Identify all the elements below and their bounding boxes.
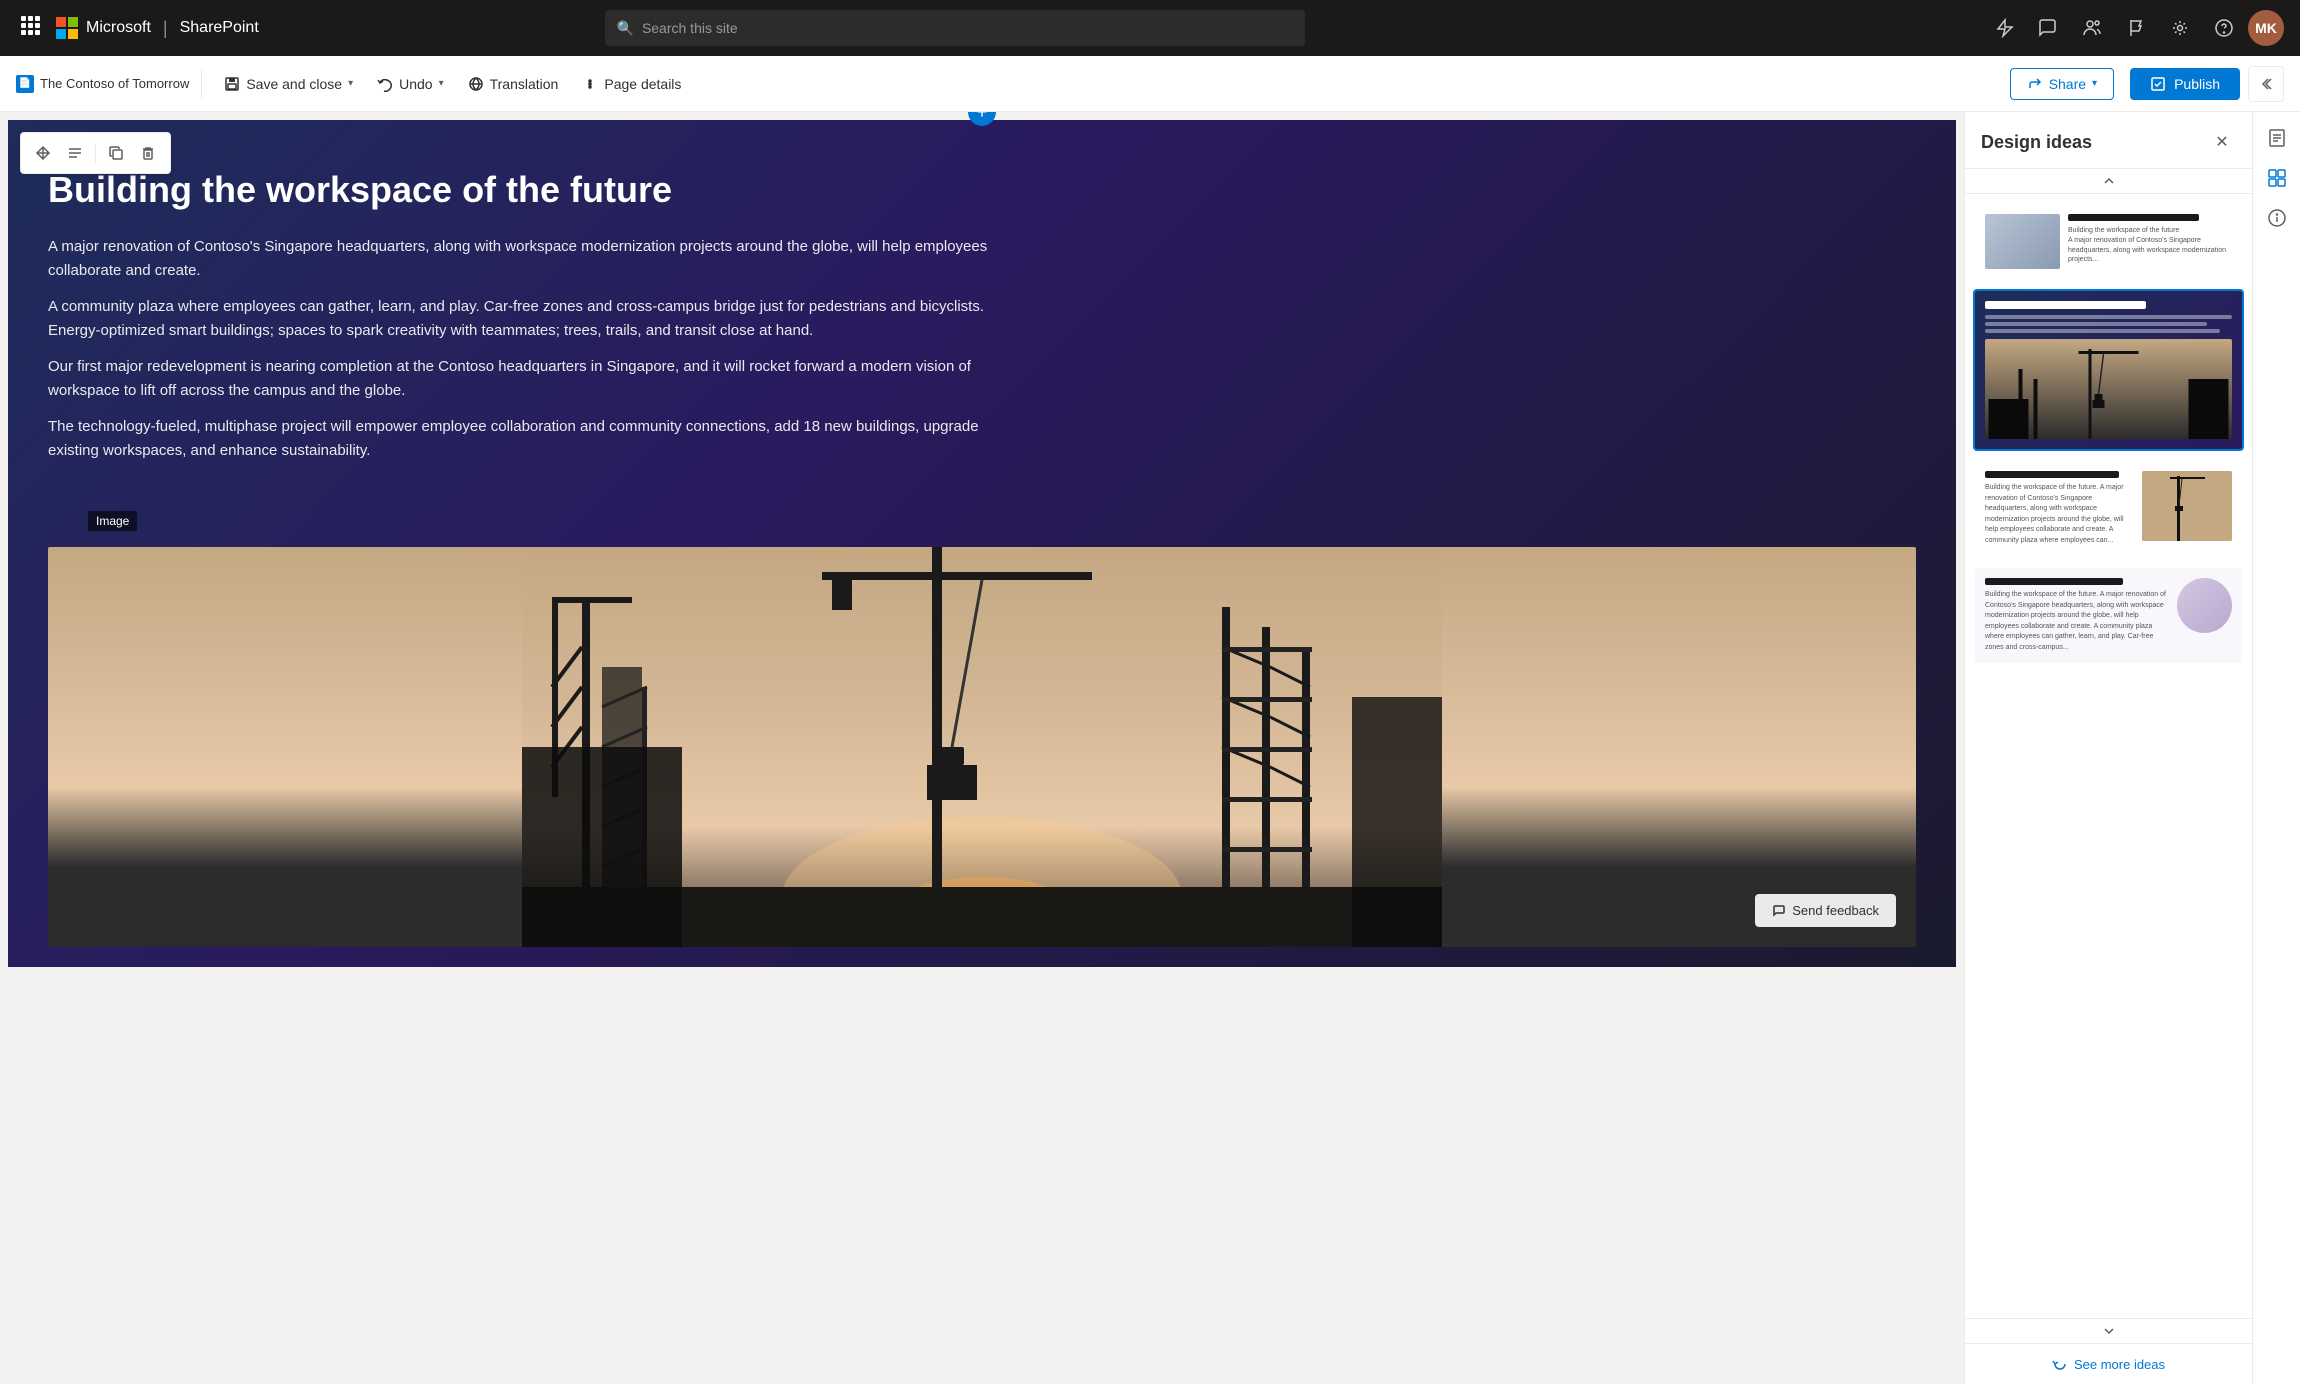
save-close-caret[interactable]: ▾: [348, 78, 353, 89]
flag-icon-btn[interactable]: [2116, 8, 2156, 48]
user-avatar[interactable]: MK: [2248, 10, 2284, 46]
design-template-3[interactable]: Building the workspace of the future. A …: [1973, 459, 2244, 558]
tpl1-body-text: Building the workspace of the futureA ma…: [2068, 226, 2232, 265]
tpl2-line2: [1985, 322, 2207, 326]
page-details-button[interactable]: Page details: [572, 70, 691, 98]
toolbar: 📄 The Contoso of Tomorrow Save and close…: [0, 56, 2300, 112]
top-nav: Microsoft | SharePoint 🔍: [0, 0, 2300, 56]
design-template-4[interactable]: Building the workspace of the future. A …: [1973, 566, 2244, 665]
publish-button[interactable]: Publish: [2130, 68, 2240, 100]
side-rail: [2252, 112, 2300, 1384]
undo-icon: [377, 76, 393, 92]
page-type-icon: 📄: [16, 75, 34, 93]
tpl4-title-line: [1985, 578, 2123, 585]
toolbar-separator-1: [201, 70, 202, 98]
search-box[interactable]: 🔍: [605, 10, 1305, 46]
design-panel: Design ideas ✕ Building the workspace of…: [1964, 112, 2252, 1384]
ft-separator: [95, 143, 96, 163]
see-more-ideas-button[interactable]: See more ideas: [1965, 1343, 2252, 1384]
delete-button[interactable]: [134, 139, 162, 167]
share-caret[interactable]: ▾: [2092, 78, 2097, 89]
waffle-menu[interactable]: [16, 11, 44, 45]
tpl2-line3: [1985, 329, 2220, 333]
side-rail-pages-btn[interactable]: [2259, 120, 2295, 156]
page-info: 📄 The Contoso of Tomorrow: [16, 75, 189, 93]
tpl1-image: [1985, 214, 2060, 269]
translation-button[interactable]: Translation: [458, 70, 569, 98]
search-icon: 🔍: [617, 20, 634, 37]
chat-icon-btn[interactable]: [2028, 8, 2068, 48]
tpl3-title-line: [1985, 471, 2119, 478]
move-button[interactable]: [29, 139, 57, 167]
save-icon: [224, 76, 240, 92]
design-panel-title: Design ideas: [1981, 132, 2092, 153]
hero-content: Building the workspace of the future A m…: [8, 120, 1956, 495]
main-layout: +: [0, 112, 2300, 1384]
edit-settings-button[interactable]: [61, 139, 89, 167]
hero-para-1: A major renovation of Contoso's Singapor…: [48, 235, 1008, 283]
save-close-button[interactable]: Save and close ▾: [214, 70, 363, 98]
hero-title: Building the workspace of the future: [48, 168, 1916, 211]
close-panel-button[interactable]: ✕: [2208, 128, 2236, 156]
hero-section: Building the workspace of the future A m…: [8, 120, 1956, 967]
design-template-1[interactable]: Building the workspace of the futureA ma…: [1973, 202, 2244, 281]
microsoft-logo[interactable]: Microsoft | SharePoint: [56, 17, 259, 39]
publish-icon: [2150, 76, 2166, 92]
duplicate-button[interactable]: [102, 139, 130, 167]
lightning-icon-btn[interactable]: [1984, 8, 2024, 48]
tpl4-body-text: Building the workspace of the future. A …: [1985, 590, 2169, 653]
page-name: The Contoso of Tomorrow: [40, 76, 189, 91]
design-panel-header: Design ideas ✕: [1965, 112, 2252, 169]
people-icon-btn[interactable]: [2072, 8, 2112, 48]
collapse-panel-button[interactable]: [2248, 66, 2284, 102]
help-icon-btn[interactable]: [2204, 8, 2244, 48]
side-rail-design-btn[interactable]: [2259, 160, 2295, 196]
design-template-2[interactable]: [1973, 289, 2244, 451]
share-button[interactable]: Share ▾: [2010, 68, 2114, 100]
hero-para-4: The technology-fueled, multiphase projec…: [48, 415, 1008, 463]
tpl2-image: [1985, 339, 2232, 439]
tpl2-title-line: [1985, 301, 2146, 309]
floating-toolbar: [20, 132, 171, 174]
undo-caret[interactable]: ▾: [439, 78, 444, 89]
nav-actions: MK: [1984, 8, 2284, 48]
tpl1-title-line: [2068, 214, 2199, 221]
hero-image[interactable]: Send feedback: [48, 547, 1916, 947]
design-templates-list: Building the workspace of the futureA ma…: [1965, 194, 2252, 1318]
tpl3-body-text: Building the workspace of the future. A …: [1985, 483, 2134, 546]
tpl4-circle-image: [2177, 578, 2232, 633]
feedback-icon: [1772, 904, 1786, 918]
undo-button[interactable]: Undo ▾: [367, 70, 454, 98]
settings-icon-btn[interactable]: [2160, 8, 2200, 48]
scroll-up-arrow[interactable]: [1965, 169, 2252, 194]
hero-body: A major renovation of Contoso's Singapor…: [48, 235, 1008, 463]
page-details-icon: [582, 76, 598, 92]
hero-para-3: Our first major redevelopment is nearing…: [48, 355, 1008, 403]
image-label: Image: [88, 511, 137, 531]
send-feedback-button[interactable]: Send feedback: [1755, 894, 1896, 927]
translation-icon: [468, 76, 484, 92]
side-rail-info-btn[interactable]: [2259, 200, 2295, 236]
scroll-down-arrow[interactable]: [1965, 1318, 2252, 1343]
share-icon: [2027, 76, 2043, 92]
tpl3-image: [2142, 471, 2232, 541]
add-section-bar: +: [0, 112, 1964, 120]
refresh-icon: [2052, 1356, 2068, 1372]
editor-area[interactable]: +: [0, 112, 1964, 1384]
tpl2-line1: [1985, 315, 2232, 319]
search-input[interactable]: [642, 20, 1293, 36]
hero-para-2: A community plaza where employees can ga…: [48, 295, 1008, 343]
